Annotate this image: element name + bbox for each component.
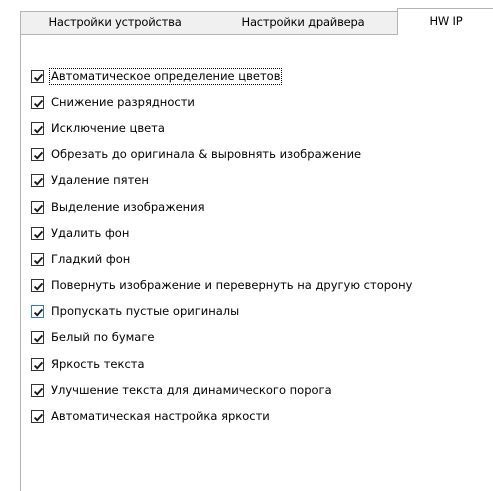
- option-label: Автоматическая настройка яркости: [51, 409, 270, 424]
- checkbox-crop-deskew[interactable]: [31, 148, 44, 162]
- option-dynamic-threshold-text[interactable]: Улучшение текста для динамического порог…: [31, 377, 413, 403]
- hw-ip-panel: Автоматическое определение цветов Снижен…: [20, 34, 493, 491]
- checkbox-bit-depth-reduction[interactable]: [31, 95, 44, 109]
- option-label: Удалить фон: [51, 225, 130, 240]
- checkmark-icon: [33, 282, 44, 291]
- option-image-emphasis[interactable]: Выделение изображения: [31, 194, 413, 220]
- checkmark-icon: [33, 230, 44, 239]
- checkbox-spot-removal[interactable]: [31, 174, 44, 188]
- option-label: Снижение разрядности: [51, 94, 195, 109]
- tab-hw-ip[interactable]: HW IP: [397, 8, 493, 35]
- option-label: Яркость текста: [51, 356, 145, 371]
- option-label: Повернуть изображение и перевернуть на д…: [51, 278, 413, 293]
- checkmark-icon: [33, 335, 44, 344]
- option-skip-blank-pages[interactable]: Пропускать пустые оригиналы: [31, 299, 413, 325]
- option-crop-deskew[interactable]: Обрезать до оригинала & выровнять изобра…: [31, 142, 413, 168]
- option-label: Белый по бумаге: [51, 330, 155, 345]
- checkbox-auto-brightness[interactable]: [31, 410, 44, 424]
- checkmark-icon: [33, 361, 44, 370]
- checkmark-icon: [33, 125, 44, 134]
- checkbox-image-emphasis[interactable]: [31, 200, 44, 214]
- checkmark-icon: [33, 99, 44, 108]
- checkmark-icon: [33, 151, 44, 160]
- option-spot-removal[interactable]: Удаление пятен: [31, 168, 413, 194]
- checkbox-auto-color-detect[interactable]: [31, 69, 44, 83]
- checkbox-background-removal[interactable]: [31, 226, 44, 240]
- option-label: Выделение изображения: [51, 199, 205, 214]
- checkbox-white-on-paper[interactable]: [31, 331, 44, 345]
- option-label: Исключение цвета: [51, 120, 165, 135]
- options-list: Автоматическое определение цветов Снижен…: [31, 63, 413, 430]
- option-label: Гладкий фон: [51, 251, 131, 266]
- option-text-brightness[interactable]: Яркость текста: [31, 351, 413, 377]
- tab-strip: Настройки устройства Настройки драйвера …: [0, 0, 493, 35]
- option-label: Автоматическое определение цветов: [48, 67, 283, 85]
- option-label: Улучшение текста для динамического порог…: [51, 382, 332, 397]
- checkbox-rotate-flip[interactable]: [31, 279, 44, 293]
- option-white-on-paper[interactable]: Белый по бумаге: [31, 325, 413, 351]
- checkbox-dynamic-threshold-text[interactable]: [31, 383, 44, 397]
- option-background-removal[interactable]: Удалить фон: [31, 220, 413, 246]
- checkbox-smooth-background[interactable]: [31, 252, 44, 266]
- checkmark-icon: [33, 178, 44, 186]
- checkmark-icon: [33, 413, 44, 422]
- option-smooth-background[interactable]: Гладкий фон: [31, 246, 413, 272]
- tab-device-settings[interactable]: Настройки устройства: [20, 11, 210, 34]
- tab-driver-settings[interactable]: Настройки драйвера: [209, 11, 398, 34]
- checkmark-icon: [33, 73, 44, 82]
- option-color-dropout[interactable]: Исключение цвета: [31, 115, 413, 141]
- option-auto-brightness[interactable]: Автоматическая настройка яркости: [31, 403, 413, 429]
- option-label: Обрезать до оригинала & выровнять изобра…: [51, 147, 362, 162]
- option-bit-depth-reduction[interactable]: Снижение разрядности: [31, 89, 413, 115]
- option-label: Удаление пятен: [51, 173, 149, 188]
- checkmark-icon: [33, 387, 44, 396]
- option-label: Пропускать пустые оригиналы: [51, 304, 240, 319]
- checkmark-icon: [33, 204, 44, 213]
- checkmark-icon: [33, 256, 44, 265]
- checkbox-skip-blank-pages[interactable]: [31, 305, 44, 319]
- checkbox-color-dropout[interactable]: [31, 121, 44, 135]
- checkmark-icon: [33, 309, 44, 317]
- option-auto-color-detect[interactable]: Автоматическое определение цветов: [31, 63, 413, 89]
- checkbox-text-brightness[interactable]: [31, 357, 44, 371]
- option-rotate-flip[interactable]: Повернуть изображение и перевернуть на д…: [31, 273, 413, 299]
